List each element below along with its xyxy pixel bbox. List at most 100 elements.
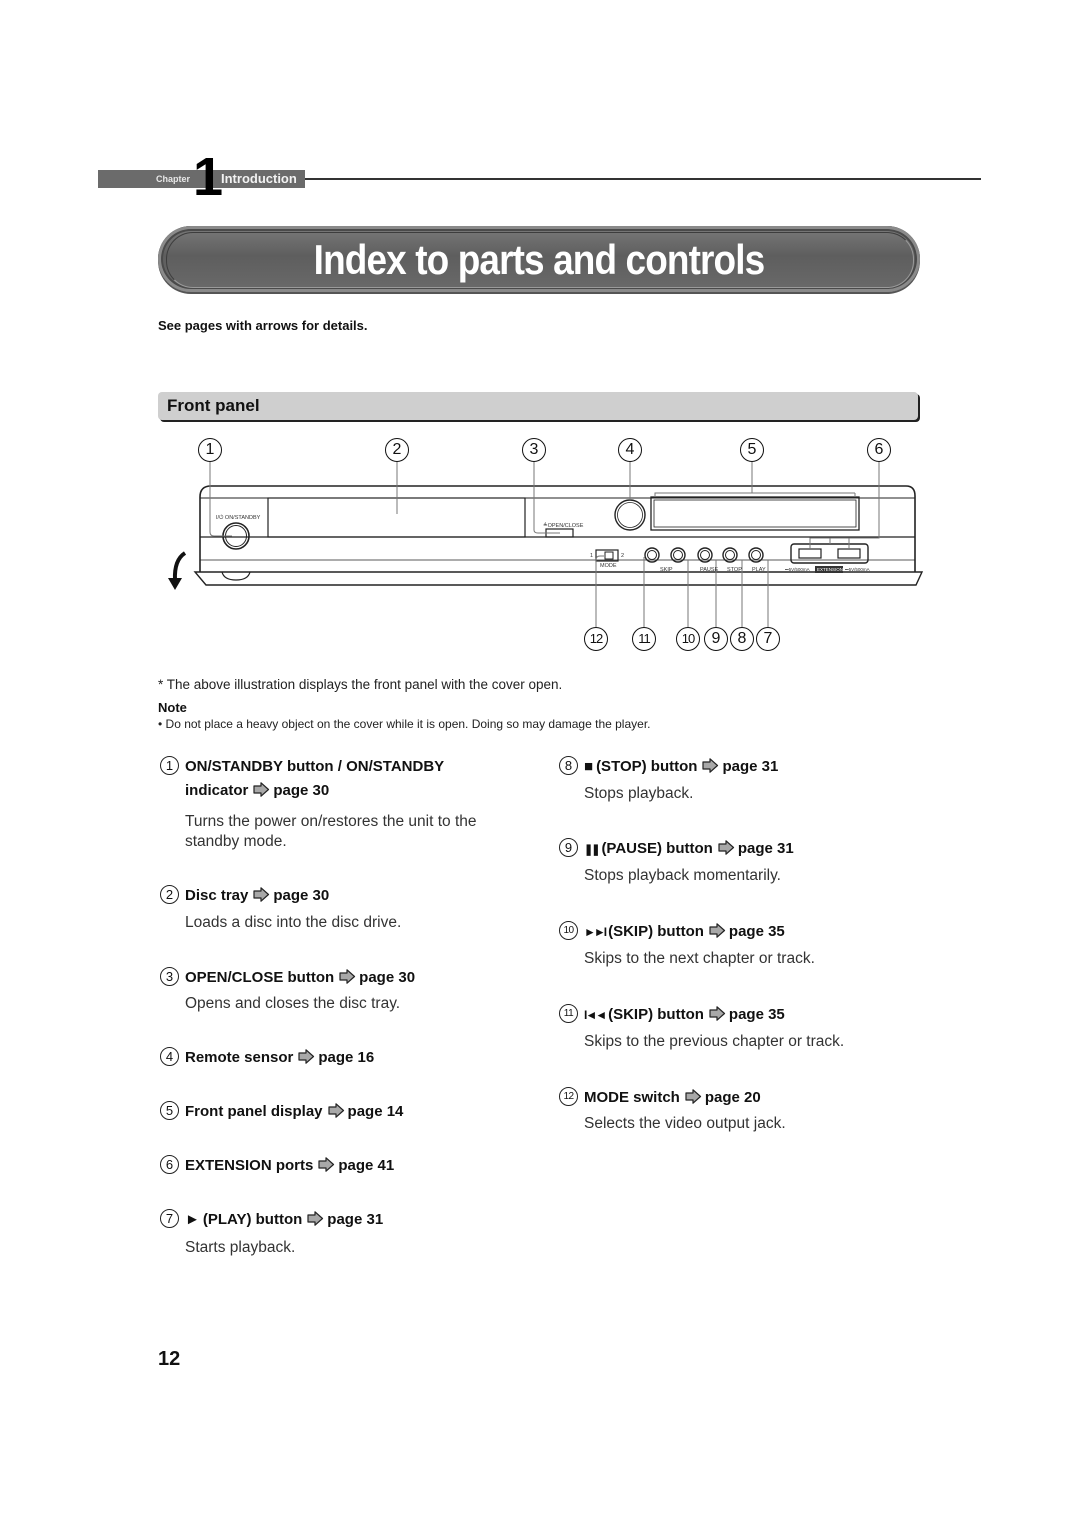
port-rating-right: ⎓5V/500mA [845,567,870,572]
item-number: 10 [559,921,578,940]
page-reference-link[interactable]: page 31 [738,840,794,857]
item-description: Stops playback momentarily. [584,867,781,884]
item-heading: (SKIP) button [608,1006,704,1023]
extension-port-left [798,548,822,559]
page-reference-link[interactable]: page 31 [722,758,778,775]
callout-6: 6 [867,438,891,462]
page-arrow-icon [298,1049,315,1064]
page-title: Index to parts and controls [313,236,766,283]
panel-cover [193,571,924,586]
item-heading: (STOP) button [596,758,698,775]
item-description: Skips to the previous chapter or track. [584,1033,845,1050]
page-arrow-icon [253,782,270,797]
page-reference-link[interactable]: page 35 [729,1006,785,1023]
item-number: 8 [559,756,578,775]
item-description: Selects the video output jack. [584,1115,786,1132]
item-number: 9 [559,838,578,857]
pause-label: PAUSE [700,567,719,573]
page-arrow-icon [709,1006,726,1021]
pause-icon: ❚❚ [584,844,601,856]
item-description: Stops playback. [584,785,694,802]
page-arrow-icon [253,887,270,902]
callout-9: 9 [704,627,728,651]
callout-12: 12 [584,627,608,651]
page-arrow-icon [339,969,356,984]
item-front-display: 5 Front panel display page 14 [160,1100,520,1124]
page-reference-link[interactable]: page 30 [273,887,329,904]
open-close-label: ≜OPEN/CLOSE [543,521,584,529]
item-open-close: 3 OPEN/CLOSE button page 30 Opens and clo… [160,966,520,1016]
page-arrow-icon [328,1103,345,1118]
extension-port-right [837,548,861,559]
note-text: • Do not place a heavy object on the cov… [158,717,651,731]
page-arrow-icon [685,1089,702,1104]
item-description: Opens and closes the disc tray. [185,995,401,1012]
chapter-label: Chapter [156,174,191,184]
page-arrow-icon [709,923,726,938]
page-reference-link[interactable]: page 31 [327,1211,383,1228]
item-skip-next: 10 ►►I (SKIP) button page 35 Skips to the … [559,920,919,970]
item-pause: 9 ❚❚ (PAUSE) button page 31 Stops playback… [559,837,919,887]
play-label: PLAY [752,567,766,573]
page-reference-link[interactable]: page 35 [729,923,785,940]
page-reference-link[interactable]: page 14 [348,1103,404,1120]
item-heading: Disc tray [185,887,249,904]
item-extension-ports: 6 EXTENSION ports page 41 [160,1154,520,1178]
item-heading: EXTENSION ports [185,1157,314,1174]
item-mode-switch: 12 MODE switch page 20 Selects the video … [559,1086,919,1136]
item-number: 2 [160,885,179,904]
callout-3: 3 [522,438,546,462]
item-heading: (PLAY) button [202,1211,303,1228]
item-remote-sensor: 4 Remote sensor page 16 [160,1046,520,1070]
page-reference-link[interactable]: page 30 [359,969,415,986]
item-number: 3 [160,967,179,986]
page-reference-link[interactable]: page 41 [338,1157,394,1174]
section-title: Front panel [167,396,260,415]
item-number: 4 [160,1047,179,1066]
item-description: Turns the power on/restores the unit to … [185,813,477,850]
item-heading: (PAUSE) button [601,840,713,857]
item-number: 7 [160,1209,179,1228]
front-display [650,496,860,531]
page-arrow-icon [702,758,719,773]
mode-label: MODE [600,563,617,569]
footnote: * The above illustration displays the fr… [158,677,563,692]
standby-label: I/⏻ ON/STANDBY [216,514,261,521]
item-heading: (SKIP) button [608,923,704,940]
intro-text: See pages with arrows for details. [158,318,368,333]
item-stop: 8 ■ (STOP) button page 31 Stops playback. [559,755,919,805]
front-panel-diagram: I/⏻ ON/STANDBY ≜OPEN/CLOSE MODE 1 2 SKIP… [168,461,924,627]
stop-icon: ■ [584,758,594,775]
port-rating-left: ⎓5V/500mA [785,567,810,572]
note-title: Note [158,700,187,715]
item-number: 6 [160,1155,179,1174]
remote-sensor [614,499,646,531]
item-on-standby: 1 ON/STANDBY button / ON/STANDBY indicat… [160,755,520,855]
item-description: Loads a disc into the disc drive. [185,914,402,931]
skip-next-icon: ►►I [584,925,607,939]
extension-label: EXTENSION [817,567,843,572]
item-description: Starts playback. [185,1239,296,1256]
item-number: 12 [559,1087,578,1106]
chapter-number: 1 [193,147,223,207]
callout-8: 8 [730,627,754,651]
page-reference-link[interactable]: page 16 [318,1049,374,1066]
play-icon: ► [185,1211,200,1228]
page-arrow-icon [307,1211,324,1226]
chapter-rule [305,178,981,180]
page-number: 12 [158,1348,181,1370]
page-reference-link[interactable]: page 30 [273,782,329,799]
item-heading: OPEN/CLOSE button [185,969,335,986]
callout-10: 10 [676,627,700,651]
item-number: 11 [559,1004,578,1023]
item-skip-prev: 11 I◄◄ (SKIP) button page 35 Skips to the … [559,1003,919,1053]
callout-7: 7 [756,627,780,651]
item-number: 1 [160,756,179,775]
page-reference-link[interactable]: page 20 [705,1089,761,1106]
callout-11: 11 [632,627,656,651]
chapter-title: Introduction [221,171,297,186]
page-arrow-icon [318,1157,335,1172]
callout-4: 4 [618,438,642,462]
item-disc-tray: 2 Disc tray page 30 Loads a disc into the… [160,884,520,934]
skip-label: SKIP [660,567,673,573]
